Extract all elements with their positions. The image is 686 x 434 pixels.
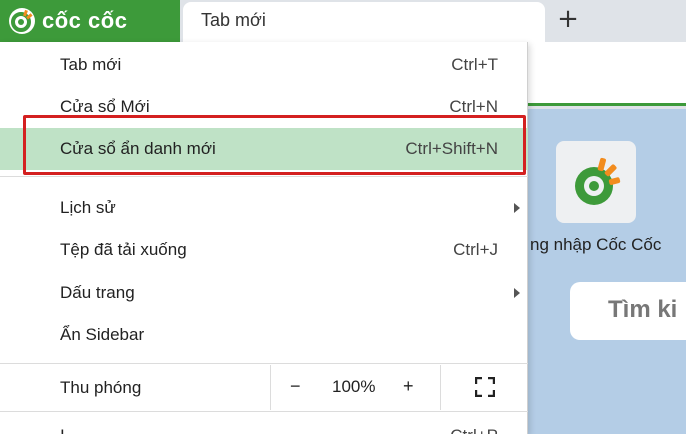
menu-item-history[interactable]: Lịch sử bbox=[0, 187, 528, 229]
shortcut-label: ng nhập Cốc Cốc bbox=[530, 235, 662, 254]
coccoc-logo-icon bbox=[9, 8, 35, 34]
menu-item-print[interactable]: I Ctrl+P bbox=[0, 420, 528, 434]
tab-strip: cốc cốc Tab mới + bbox=[0, 0, 686, 42]
shortcut-tile-coccoc[interactable] bbox=[556, 141, 636, 223]
menu-item-shortcut: Ctrl+P bbox=[450, 426, 498, 434]
menu-item-label: Dấu trang bbox=[60, 283, 135, 302]
zoom-in-button[interactable]: + bbox=[403, 376, 414, 397]
menu-item-new-tab[interactable]: Tab mới Ctrl+T bbox=[0, 44, 528, 86]
zoom-level: 100% bbox=[332, 377, 376, 396]
menu-item-bookmarks[interactable]: Dấu trang bbox=[0, 272, 528, 314]
zoom-label: Thu phóng bbox=[60, 378, 142, 397]
browser-main-menu: Tab mới Ctrl+T Cửa sổ Mới Ctrl+N Cửa sổ … bbox=[0, 42, 528, 434]
zoom-divider bbox=[440, 365, 441, 410]
menu-separator bbox=[0, 411, 528, 412]
menu-item-label: Tệp đã tải xuống bbox=[60, 240, 187, 259]
annotation-highlight-frame bbox=[23, 115, 526, 175]
tab-title: Tab mới bbox=[201, 10, 266, 30]
search-input[interactable]: Tìm ki bbox=[570, 282, 686, 340]
menu-item-label: Cửa sổ Mới bbox=[60, 97, 150, 116]
coccoc-shortcut-icon bbox=[575, 157, 621, 205]
submenu-arrow-icon bbox=[514, 288, 520, 298]
zoom-divider bbox=[270, 365, 271, 410]
menu-separator bbox=[0, 363, 528, 364]
menu-item-downloads[interactable]: Tệp đã tải xuống Ctrl+J bbox=[0, 229, 528, 271]
coccoc-menu-button[interactable]: cốc cốc bbox=[0, 0, 180, 42]
brand-name: cốc cốc bbox=[42, 8, 128, 33]
menu-item-label: Lịch sử bbox=[60, 198, 116, 217]
menu-separator bbox=[0, 176, 528, 177]
submenu-arrow-icon bbox=[514, 203, 520, 213]
menu-item-hide-sidebar[interactable]: Ẩn Sidebar bbox=[0, 314, 528, 356]
fullscreen-icon[interactable] bbox=[475, 377, 495, 397]
menu-item-label: Tab mới bbox=[60, 55, 122, 74]
menu-item-shortcut: Ctrl+N bbox=[449, 97, 498, 116]
zoom-out-button[interactable]: − bbox=[290, 376, 301, 397]
new-tab-button[interactable]: + bbox=[553, 4, 583, 34]
menu-item-shortcut: Ctrl+J bbox=[453, 240, 498, 259]
menu-item-shortcut: Ctrl+T bbox=[451, 55, 498, 74]
menu-item-label: Ẩn Sidebar bbox=[60, 325, 145, 344]
menu-item-label: I bbox=[60, 426, 65, 434]
zoom-row: Thu phóng − 100% + bbox=[0, 365, 528, 410]
tab-new[interactable]: Tab mới bbox=[183, 2, 545, 42]
